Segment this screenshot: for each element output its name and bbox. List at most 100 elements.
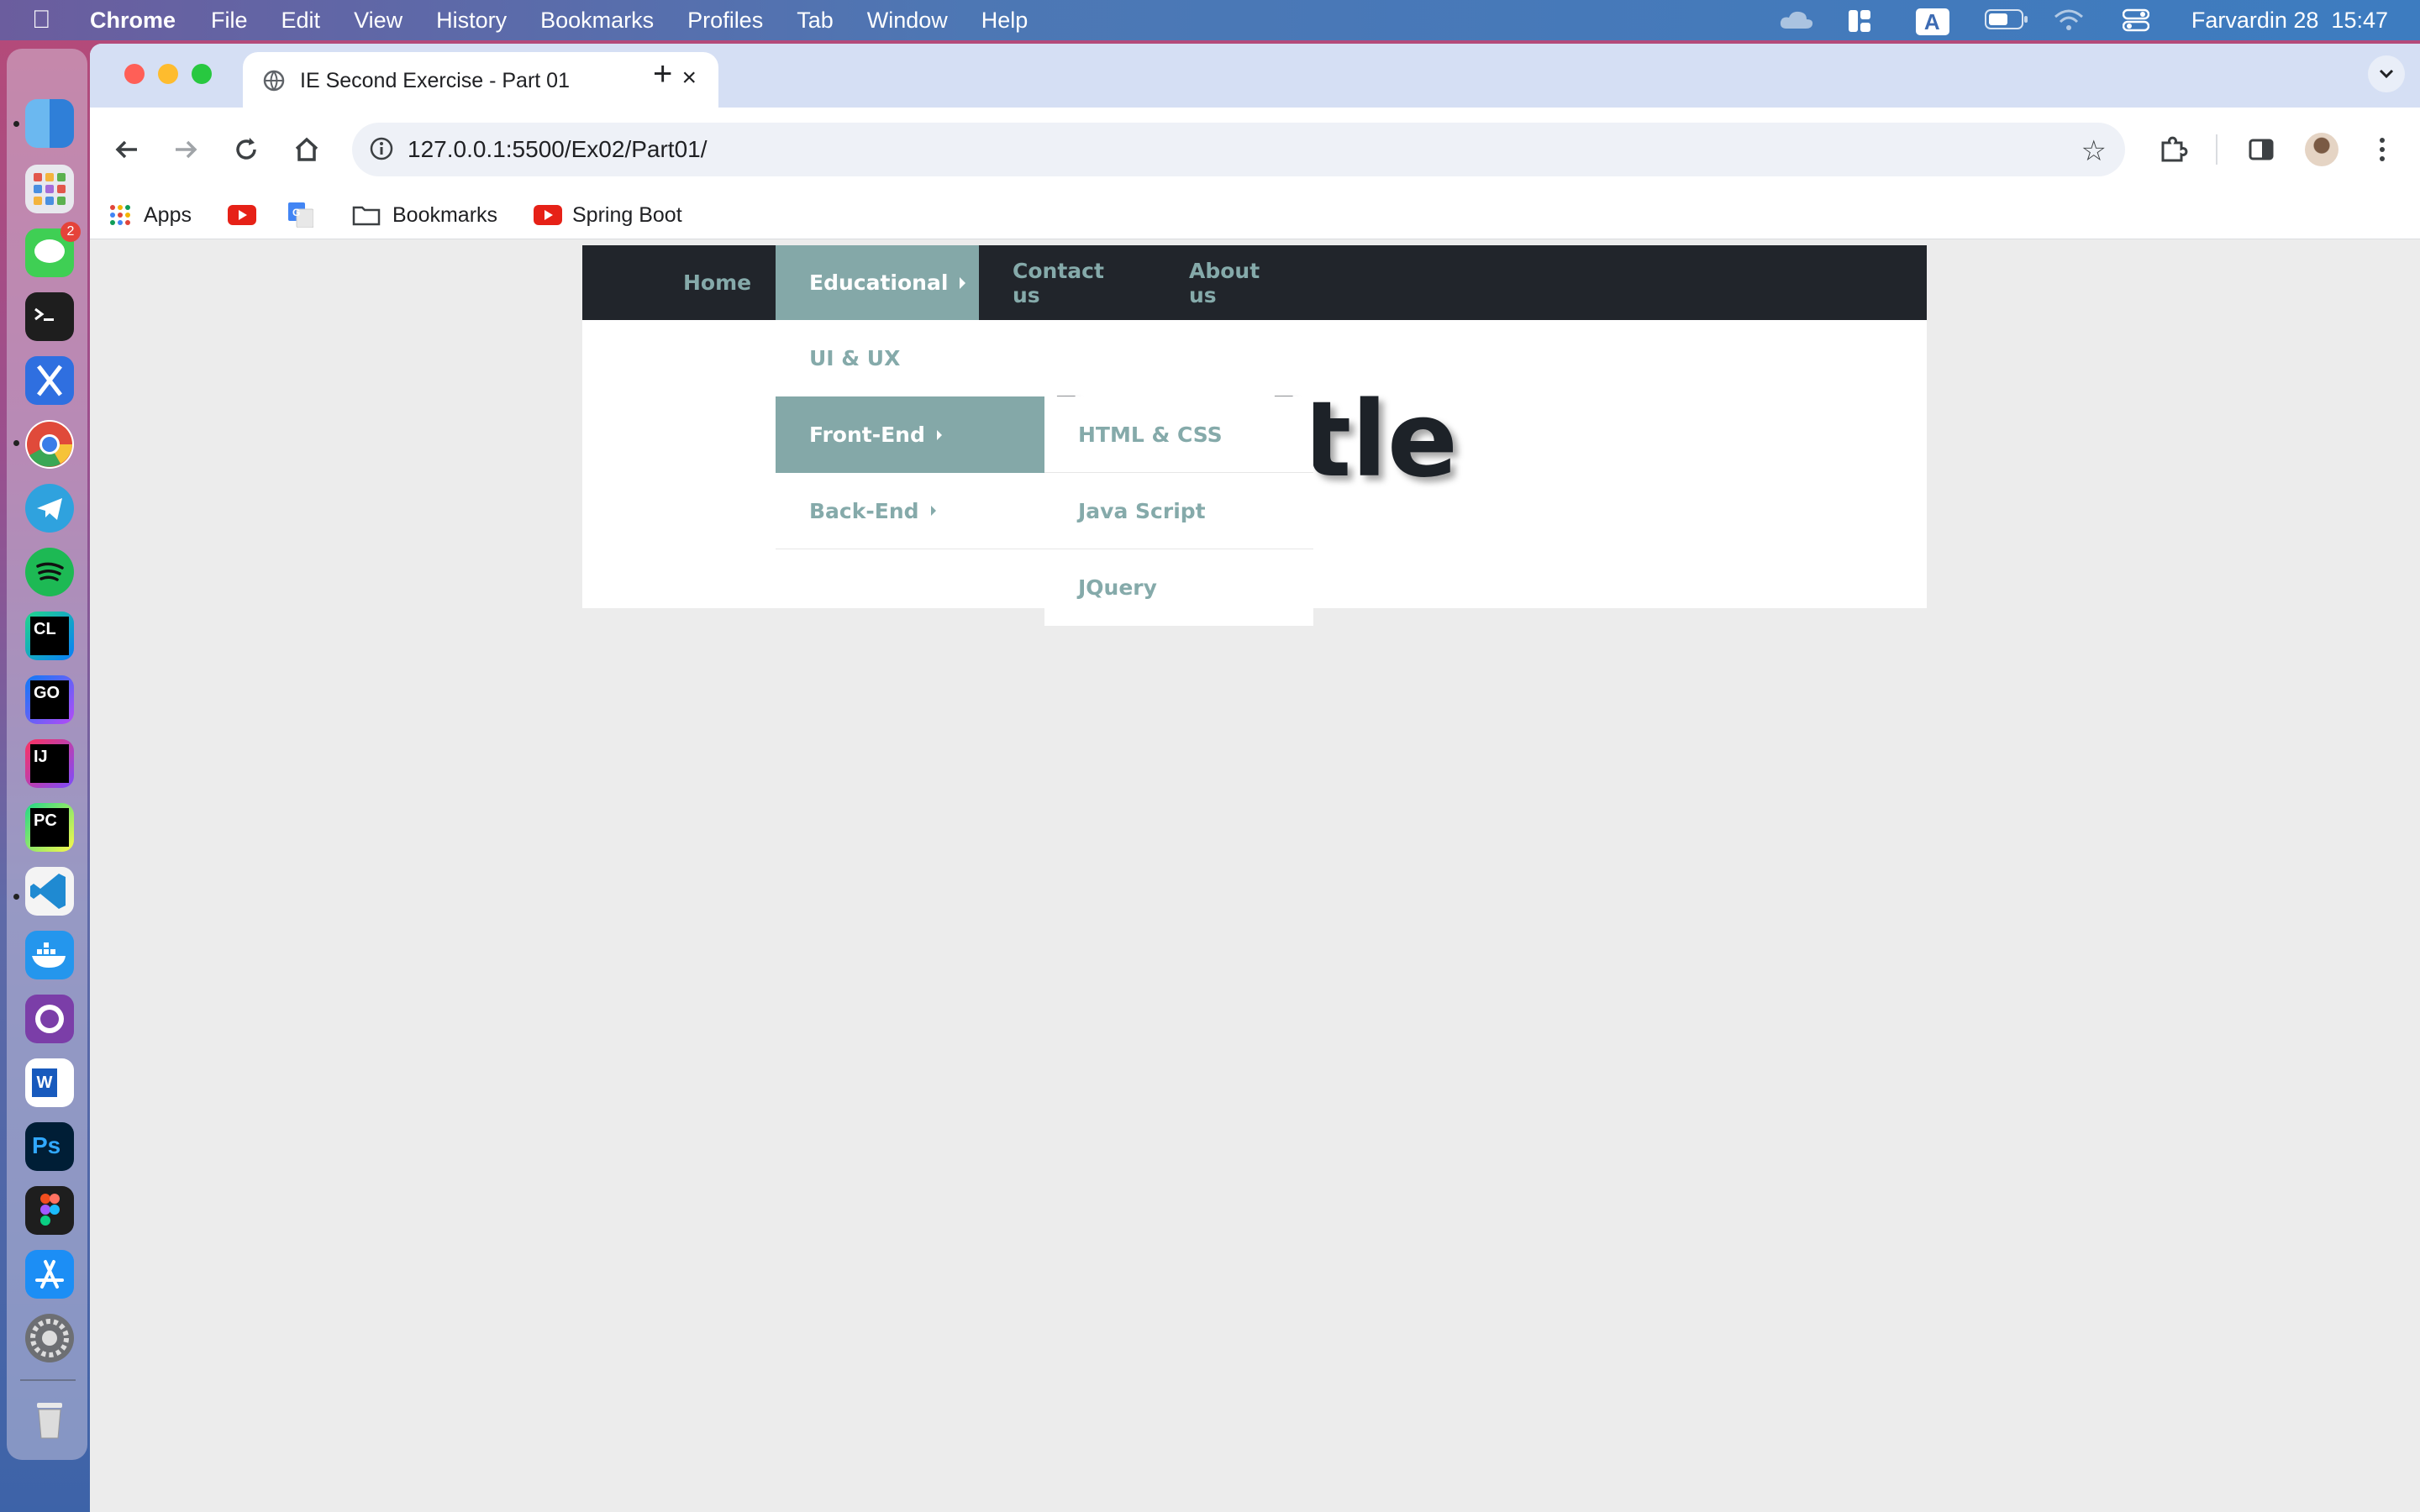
messages-icon[interactable]: 2 xyxy=(25,222,81,277)
dropdown-item-front-end[interactable]: Front-End xyxy=(776,396,1044,473)
nav-contact[interactable]: Contact us xyxy=(979,245,1155,320)
goland-icon[interactable]: GO xyxy=(25,675,74,724)
submenu-item-javascript-label: Java Script xyxy=(1078,498,1206,523)
nav-about-label: About us xyxy=(1189,258,1260,307)
running-indicator xyxy=(13,440,19,446)
stage-manager-icon[interactable] xyxy=(1847,8,1877,32)
svg-text:G: G xyxy=(292,207,300,218)
page-viewport: Home Educational Contact us About us Big… xyxy=(90,245,2420,1512)
bookmark-star-icon[interactable]: ☆ xyxy=(2081,134,2107,168)
educational-dropdown: UI & UX Front-End Back-End xyxy=(776,320,1044,549)
menu-app-name[interactable]: Chrome xyxy=(90,8,176,34)
nav-educational[interactable]: Educational xyxy=(776,245,979,320)
extensions-icon[interactable] xyxy=(2155,133,2189,166)
menu-tab[interactable]: Tab xyxy=(797,8,834,34)
new-tab-icon[interactable]: + xyxy=(653,55,672,93)
nav-educational-label: Educational xyxy=(809,270,949,295)
apps-grid-icon xyxy=(110,205,130,225)
xcode-icon[interactable] xyxy=(25,356,74,405)
dropdown-item-ui-ux-label: UI & UX xyxy=(809,346,901,370)
tab-active[interactable]: IE Second Exercise - Part 01 × xyxy=(243,52,718,108)
menu-edit[interactable]: Edit xyxy=(281,8,321,34)
control-center-icon[interactable] xyxy=(2122,8,2153,32)
input-source-icon[interactable]: A xyxy=(1915,8,1949,35)
dropdown-item-front-end-label: Front-End xyxy=(809,423,925,447)
input-source-label: A xyxy=(1923,9,1940,34)
dock-separator xyxy=(20,1379,76,1381)
vscode-icon[interactable] xyxy=(25,867,74,916)
menu-history[interactable]: History xyxy=(436,8,507,34)
spotify-icon[interactable] xyxy=(25,548,74,596)
intellij-icon[interactable]: IJ xyxy=(25,739,74,788)
menu-profiles[interactable]: Profiles xyxy=(687,8,763,34)
photoshop-icon[interactable]: Ps xyxy=(25,1122,74,1171)
caret-right-icon xyxy=(960,276,966,289)
macos-menu-bar:  Chrome File Edit View History Bookmark… xyxy=(0,0,2420,40)
status-area: A Farvardin 28 15:47 xyxy=(1778,0,2420,40)
bookmark-folder[interactable]: Bookmarks xyxy=(352,200,497,230)
clion-icon[interactable]: CL xyxy=(25,612,74,660)
tab-title: IE Second Exercise - Part 01 xyxy=(300,69,570,92)
menu-help[interactable]: Help xyxy=(981,8,1028,34)
forward-icon[interactable] xyxy=(169,133,203,166)
nav-about[interactable]: About us xyxy=(1155,245,1323,320)
menu-bookmarks[interactable]: Bookmarks xyxy=(540,8,654,34)
address-bar[interactable]: 127.0.0.1:5500/Ex02/Part01/ ☆ xyxy=(352,123,2125,176)
minimize-window-icon[interactable] xyxy=(158,64,178,84)
menu-view[interactable]: View xyxy=(354,8,402,34)
toolbar-divider xyxy=(2216,134,2217,165)
submenu-item-javascript[interactable]: Java Script xyxy=(1044,473,1313,549)
launchpad-icon[interactable] xyxy=(25,165,74,213)
terminal-icon[interactable] xyxy=(25,292,74,341)
github-desktop-icon[interactable] xyxy=(25,995,74,1043)
submenu-item-html-css[interactable]: HTML & CSS xyxy=(1044,396,1313,473)
browser-toolbar: 127.0.0.1:5500/Ex02/Part01/ ☆ xyxy=(90,108,2420,192)
dropdown-item-back-end[interactable]: Back-End xyxy=(776,473,1044,549)
messages-badge: 2 xyxy=(60,222,81,242)
nav-home[interactable]: Home xyxy=(650,245,776,320)
app-store-icon[interactable] xyxy=(25,1250,74,1299)
close-tab-icon[interactable]: × xyxy=(681,64,697,92)
bookmark-spring-boot[interactable]: Spring Boot xyxy=(534,200,682,230)
tab-strip: IE Second Exercise - Part 01 × + xyxy=(90,44,2420,108)
bookmark-youtube[interactable] xyxy=(228,200,256,230)
cloud-icon[interactable] xyxy=(1778,8,1812,32)
zoom-window-icon[interactable] xyxy=(192,64,212,84)
reload-icon[interactable] xyxy=(229,133,263,166)
back-icon[interactable] xyxy=(110,133,144,166)
apple-menu-icon[interactable]:  xyxy=(32,6,51,34)
side-panel-icon[interactable] xyxy=(2244,133,2278,166)
app-menu: Chrome File Edit View History Bookmarks … xyxy=(90,0,1061,40)
system-settings-icon[interactable] xyxy=(25,1314,74,1362)
clock[interactable]: Farvardin 28 15:47 xyxy=(2191,8,2388,34)
bookmark-google-translate[interactable]: G xyxy=(288,200,313,230)
url-text[interactable]: 127.0.0.1:5500/Ex02/Part01/ xyxy=(408,136,708,163)
youtube-icon xyxy=(228,205,256,225)
bookmark-spring-boot-label: Spring Boot xyxy=(572,202,682,227)
nav-contact-label: Contact us xyxy=(1013,258,1104,307)
figma-icon[interactable] xyxy=(25,1186,74,1235)
telegram-icon[interactable] xyxy=(25,484,74,533)
docker-icon[interactable] xyxy=(25,931,74,979)
dropdown-item-ui-ux[interactable]: UI & UX xyxy=(776,320,1044,396)
profile-avatar[interactable] xyxy=(2305,133,2338,166)
menu-file[interactable]: File xyxy=(211,8,248,34)
site-info-icon[interactable] xyxy=(369,136,394,161)
submenu-item-jquery[interactable]: JQuery xyxy=(1044,549,1305,626)
home-icon[interactable] xyxy=(290,133,324,166)
chrome-window: IE Second Exercise - Part 01 × + 127.0.0… xyxy=(90,44,2420,1512)
menu-window[interactable]: Window xyxy=(867,8,948,34)
bookmark-apps[interactable]: Apps xyxy=(108,200,192,230)
pycharm-icon[interactable]: PC xyxy=(25,803,74,852)
chrome-icon[interactable] xyxy=(25,420,74,469)
caret-right-icon xyxy=(930,506,936,516)
close-window-icon[interactable] xyxy=(124,64,145,84)
page-container: Home Educational Contact us About us Big… xyxy=(582,245,1927,626)
finder-icon[interactable] xyxy=(25,99,74,148)
word-icon[interactable]: W xyxy=(25,1058,74,1107)
wifi-icon[interactable] xyxy=(2054,8,2084,32)
tab-search-icon[interactable] xyxy=(2368,55,2405,92)
trash-icon[interactable] xyxy=(25,1393,74,1441)
battery-icon[interactable] xyxy=(1984,8,2028,32)
chrome-menu-icon[interactable] xyxy=(2365,133,2399,166)
